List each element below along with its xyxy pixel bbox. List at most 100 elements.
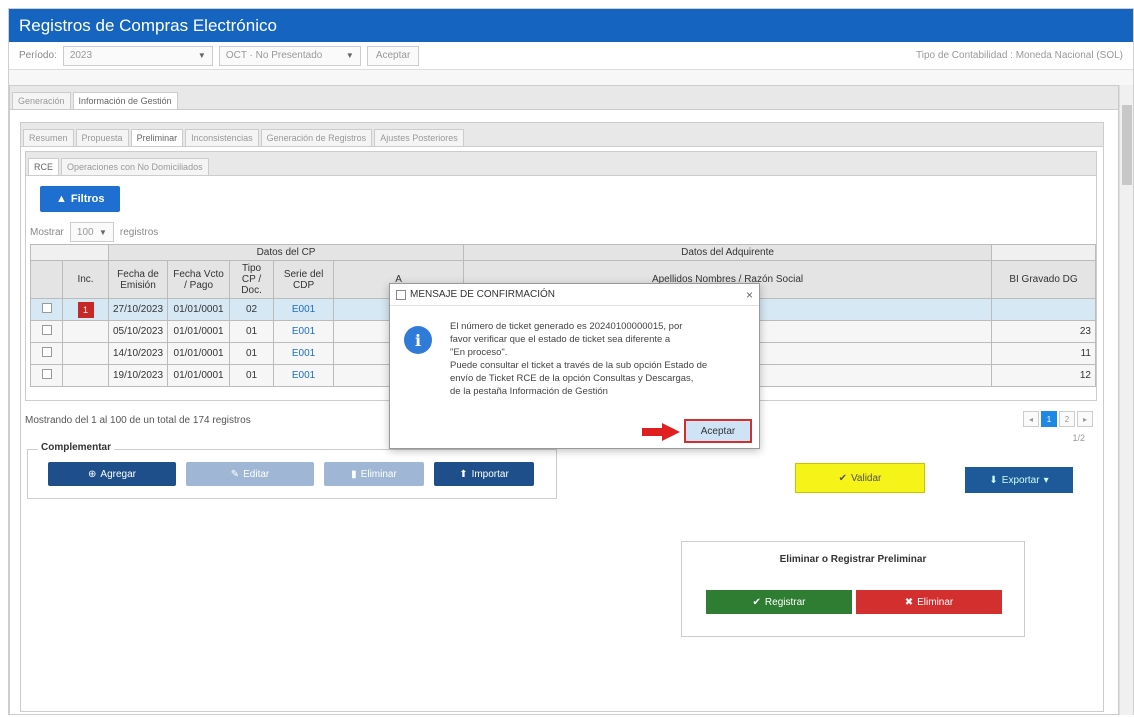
pencil-icon: ✎ [230, 468, 240, 480]
page-2-button[interactable]: 2 [1059, 411, 1075, 427]
row-checkbox[interactable] [41, 325, 52, 335]
validar-button[interactable]: ✔ Validar [795, 463, 925, 493]
main-tabs: Generación Información de Gestión [10, 86, 1118, 110]
period-accept-button[interactable]: Aceptar [366, 45, 420, 66]
dialog-accept-button[interactable]: Aceptar [684, 419, 752, 443]
year-value: 2023 [69, 50, 93, 61]
tab-generacion-registros[interactable]: Generación de Registros [260, 129, 373, 146]
cell-serie-link[interactable]: E001 [273, 298, 335, 321]
dialog-line: Puede consultar el ticket a través de la… [450, 360, 708, 371]
dialog-message: El número de ticket generado es 20240100… [450, 320, 750, 398]
dialog-line: envío de Ticket RCE de la opción Consult… [450, 373, 694, 384]
header-fecha-vcto: Fecha Vcto / Pago [167, 260, 231, 299]
cell-fecha-emision: 27/10/2023 [107, 298, 169, 321]
cell-fecha-emision: 19/10/2023 [107, 364, 169, 387]
page-size-select[interactable]: 100 ▼ [69, 222, 114, 242]
year-select[interactable]: 2023 ▼ [62, 45, 213, 66]
cell-fecha-emision: 05/10/2023 [107, 320, 169, 343]
validar-label: Validar [851, 472, 882, 484]
header-fecha-emision: Fecha de Emisión [107, 260, 169, 299]
page-1-button[interactable]: 1 [1041, 411, 1057, 427]
cell-bi: 11 [991, 342, 1096, 365]
confirmation-dialog: MENSAJE DE CONFIRMACIÓN × i El número de… [389, 283, 760, 449]
scrollbar-thumb[interactable] [1122, 105, 1132, 185]
editar-label: Editar [243, 468, 270, 480]
cell-fecha-vcto: 01/01/0001 [167, 342, 231, 365]
cell-tipo: 02 [229, 298, 275, 321]
dialog-line: "En proceso". [450, 347, 508, 358]
tab-ajustes-posteriores[interactable]: Ajustes Posteriores [374, 129, 464, 146]
cell-tipo: 01 [229, 320, 275, 343]
eliminar-preliminar-button[interactable]: ✖ Eliminar [856, 590, 1002, 614]
filtros-label: Filtros [70, 193, 105, 205]
chevron-down-icon: ▾ [1043, 474, 1049, 486]
tab-informacion-gestion[interactable]: Información de Gestión [72, 92, 178, 109]
next-page-button[interactable]: ▸ [1077, 411, 1093, 427]
cell-bi: 23 [991, 320, 1096, 343]
mostrar-label: Mostrar [30, 226, 64, 238]
cell-fecha-vcto: 01/01/0001 [167, 364, 231, 387]
app-title: Registros de Compras Electrónico [9, 9, 1133, 42]
tab-inconsistencias[interactable]: Inconsistencias [185, 129, 259, 146]
cell-bi: 12 [991, 364, 1096, 387]
cell-serie-link[interactable]: E001 [273, 364, 335, 387]
cell-bi [991, 298, 1096, 321]
trash-icon: ▮ [351, 468, 357, 480]
chevron-down-icon: ▼ [345, 51, 354, 60]
vertical-scrollbar[interactable] [1119, 85, 1133, 715]
agregar-button[interactable]: ⊕ Agregar [48, 462, 176, 486]
sub-tabs: Resumen Propuesta Preliminar Inconsisten… [21, 123, 1103, 147]
tab-propuesta[interactable]: Propuesta [75, 129, 129, 146]
period-label: Período: [19, 50, 57, 61]
cell-fecha-vcto: 01/01/0001 [167, 320, 231, 343]
prev-page-button[interactable]: ◂ [1023, 411, 1039, 427]
cell-inc [62, 342, 109, 365]
cell-fecha-vcto: 01/01/0001 [167, 298, 231, 321]
eliminar-registrar-box: Eliminar o Registrar Preliminar ✔ Regist… [681, 541, 1025, 637]
importar-label: Importar [471, 468, 509, 480]
page-size-value: 100 [76, 226, 94, 238]
complementar-title: Complementar [38, 442, 115, 453]
period-row: Período: 2023 ▼ OCT · No Presentado ▼ Ac… [9, 42, 1133, 70]
header-tipo-cp: Tipo CP / Doc. [229, 260, 275, 299]
complementar-box: Complementar ⊕ Agregar ✎ Editar ▮ Elimin… [27, 442, 557, 499]
cell-serie-link[interactable]: E001 [273, 342, 335, 365]
registrar-button[interactable]: ✔ Registrar [706, 590, 852, 614]
inconsistency-badge[interactable]: 1 [77, 301, 94, 318]
plus-circle-icon: ⊕ [88, 468, 97, 480]
month-select[interactable]: OCT · No Presentado ▼ [218, 45, 361, 66]
header-inc: Inc. [62, 260, 109, 299]
filtros-button[interactable]: ▲ Filtros [40, 186, 120, 212]
cell-fecha-emision: 14/10/2023 [107, 342, 169, 365]
chevron-down-icon: ▼ [98, 227, 107, 237]
arrow-right-icon [642, 423, 680, 441]
cell-serie-link[interactable]: E001 [273, 320, 335, 343]
header-select [30, 260, 63, 299]
tab-no-domiciliados[interactable]: Operaciones con No Domiciliados [61, 158, 209, 175]
dialog-header: MENSAJE DE CONFIRMACIÓN × [390, 284, 759, 306]
pagination: ◂ 1 2 ▸ [1023, 411, 1093, 427]
registros-label: registros [119, 226, 159, 238]
row-checkbox[interactable] [41, 369, 52, 379]
eliminar-button[interactable]: ▮ Eliminar [324, 462, 424, 486]
group-datos-adquirente: Datos del Adquirente [463, 244, 992, 261]
page-size-control: Mostrar 100 ▼ registros [30, 222, 158, 242]
tab-rce[interactable]: RCE [28, 158, 60, 175]
tab-preliminar[interactable]: Preliminar [130, 129, 184, 146]
registrar-label: Registrar [764, 596, 806, 608]
cell-tipo: 01 [229, 364, 275, 387]
tab-resumen[interactable]: Resumen [23, 129, 74, 146]
close-icon[interactable]: × [746, 288, 753, 302]
tab-generacion[interactable]: Generación [12, 92, 71, 109]
row-checkbox[interactable] [41, 347, 52, 357]
eliminar-preliminar-label: Eliminar [917, 596, 954, 608]
editar-button[interactable]: ✎ Editar [186, 462, 314, 486]
records-summary: Mostrando del 1 al 100 de un total de 17… [25, 415, 251, 426]
info-icon: i [404, 326, 432, 354]
exportar-button[interactable]: ⬇ Exportar ▾ [965, 467, 1073, 493]
importar-button[interactable]: ⬆ Importar [434, 462, 534, 486]
eliminar-registrar-title: Eliminar o Registrar Preliminar [779, 554, 927, 565]
row-checkbox[interactable] [41, 303, 52, 313]
close-icon: ✖ [904, 596, 914, 608]
dialog-line: de la pestaña Información de Gestión [450, 386, 608, 397]
